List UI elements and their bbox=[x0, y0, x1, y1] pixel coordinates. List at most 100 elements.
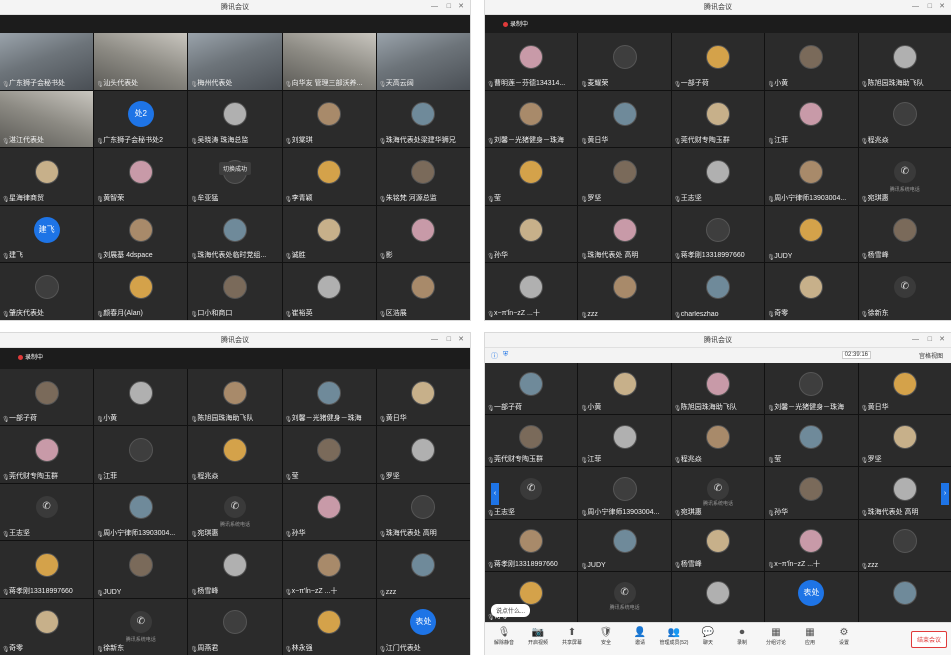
toolbar-button-apps[interactable]: ▦ 应用 bbox=[795, 627, 825, 646]
participant-tile[interactable]: 黄日华 bbox=[578, 90, 671, 148]
participant-tile[interactable]: 影 bbox=[376, 205, 470, 263]
participant-tile[interactable]: 李青颖 bbox=[282, 148, 376, 205]
participant-tile[interactable]: JUDY bbox=[94, 541, 188, 598]
toolbar-button-share-screen[interactable]: ⬆ 共享屏幕 bbox=[557, 627, 587, 646]
participant-tile[interactable]: 蒋孝刚13318997660 bbox=[0, 541, 94, 598]
close-button[interactable]: ✕ bbox=[458, 335, 464, 344]
participant-tile[interactable]: 杨雪峰 bbox=[671, 519, 765, 571]
close-button[interactable]: ✕ bbox=[939, 2, 945, 11]
participant-tile[interactable]: 湛江代表处 bbox=[0, 90, 94, 148]
participant-tile[interactable]: 孙华 bbox=[485, 205, 578, 263]
participant-tile[interactable]: zzz bbox=[578, 263, 671, 320]
toolbar-button-members[interactable]: 👥 管理成员(52) bbox=[659, 627, 689, 646]
participant-tile[interactable]: 莹 bbox=[282, 426, 376, 483]
participant-tile[interactable]: 黄智荣 bbox=[94, 148, 188, 205]
participant-tile[interactable]: 莞代财专陶玉群 bbox=[671, 90, 765, 148]
participant-tile[interactable]: 珠海代表处梁建华狮兄 bbox=[376, 90, 470, 148]
participant-tile[interactable]: 江菲 bbox=[578, 415, 671, 467]
participant-tile[interactable]: 处2 广东狮子会秘书处2 bbox=[94, 90, 188, 148]
minimize-button[interactable]: — bbox=[912, 335, 919, 344]
participant-tile[interactable]: 周燕君 bbox=[188, 598, 282, 655]
participant-tile[interactable]: 吴晓涛 珠海总监 bbox=[188, 90, 282, 148]
participant-tile[interactable]: 崔裕英 bbox=[282, 263, 376, 320]
toolbar-button-camera[interactable]: 📷 开启视频 bbox=[523, 627, 553, 646]
chat-input[interactable]: 说点什么... bbox=[491, 604, 531, 617]
participant-tile[interactable]: 程兆焱 bbox=[188, 426, 282, 483]
view-switch-button[interactable]: 宫格视图 bbox=[919, 351, 943, 360]
participant-tile[interactable]: 切换成功牟亚猛 bbox=[188, 148, 282, 205]
participant-tile[interactable]: 江菲 bbox=[765, 90, 858, 148]
participant-tile[interactable]: 陈旭园珠海助飞队 bbox=[858, 33, 951, 90]
participant-tile[interactable]: 诚胜 bbox=[282, 205, 376, 263]
participant-tile[interactable]: 建飞建飞 bbox=[0, 205, 94, 263]
participant-tile[interactable]: 珠海代表处 高明 bbox=[858, 467, 951, 519]
toolbar-button-breakout[interactable]: ▦ 分组讨论 bbox=[761, 627, 791, 646]
shield-icon[interactable]: ⛨ bbox=[503, 351, 508, 359]
participant-tile[interactable]: 星海律商贸 bbox=[0, 148, 94, 205]
participant-tile[interactable]: 莹 bbox=[485, 148, 578, 205]
participant-tile[interactable]: 陈旭园珠海助飞队 bbox=[188, 369, 282, 426]
participant-tile[interactable]: JUDY bbox=[765, 205, 858, 263]
participant-tile[interactable]: 莞代财专陶玉群 bbox=[0, 426, 94, 483]
participant-tile[interactable]: 一部子荷 bbox=[485, 363, 578, 415]
participant-tile[interactable]: 孙华 bbox=[282, 483, 376, 541]
participant-tile[interactable]: 一部子荷 bbox=[0, 369, 94, 426]
participant-tile[interactable]: ✆腾讯系统电话宛琪惠 bbox=[671, 467, 765, 519]
minimize-button[interactable]: — bbox=[912, 2, 919, 11]
participant-tile[interactable]: 江菲 bbox=[94, 426, 188, 483]
participant-tile[interactable]: charleszhao bbox=[671, 263, 765, 320]
participant-tile[interactable]: 王志坚 bbox=[671, 148, 765, 205]
participant-tile[interactable]: 珠海代表处 高明 bbox=[376, 483, 470, 541]
participant-tile[interactable]: 奇零 bbox=[765, 263, 858, 320]
participant-tile[interactable]: 周小宁律师13903004... bbox=[578, 467, 671, 519]
participant-tile[interactable]: 肇庆代表处 bbox=[0, 263, 94, 320]
participant-tile[interactable]: 孙华 bbox=[765, 467, 858, 519]
participant-tile[interactable]: 罗坚 bbox=[578, 148, 671, 205]
prev-page-button[interactable]: ‹ bbox=[491, 483, 499, 505]
participant-tile[interactable]: 小黄 bbox=[578, 363, 671, 415]
participant-tile[interactable]: 麦耀荣 bbox=[578, 33, 671, 90]
participant-tile[interactable]: 陈旭园珠海助飞队 bbox=[671, 363, 765, 415]
close-button[interactable]: ✕ bbox=[458, 2, 464, 11]
participant-tile[interactable]: 区浩展 bbox=[376, 263, 470, 320]
maximize-button[interactable]: □ bbox=[447, 2, 451, 11]
end-meeting-button[interactable]: 结束会议 bbox=[910, 631, 947, 648]
participant-tile[interactable]: 周小宁律师13903004... bbox=[94, 483, 188, 541]
participant-tile[interactable]: 表处江门代表处 bbox=[376, 598, 470, 655]
participant-tile[interactable]: x−π'ſn−zZ ...十 bbox=[282, 541, 376, 598]
participant-tile[interactable]: 程兆焱 bbox=[858, 90, 951, 148]
info-icon[interactable]: ⓘ bbox=[491, 351, 498, 361]
participant-tile[interactable] bbox=[671, 571, 765, 623]
participant-tile[interactable]: ✆ 腾讯系统电话 bbox=[578, 571, 671, 623]
toolbar-button-mic[interactable]: 🎙 解除静音 bbox=[489, 627, 519, 646]
participant-tile[interactable]: 黄日华 bbox=[858, 363, 951, 415]
participant-tile[interactable]: JUDY bbox=[578, 519, 671, 571]
participant-tile[interactable]: 广东狮子会秘书处 bbox=[0, 33, 94, 90]
participant-tile[interactable]: 梅州代表处 bbox=[188, 33, 282, 90]
participant-tile[interactable]: 黄日华 bbox=[376, 369, 470, 426]
minimize-button[interactable]: — bbox=[431, 2, 438, 11]
participant-tile[interactable]: 天高云阔 bbox=[376, 33, 470, 90]
participant-tile[interactable]: zzz bbox=[376, 541, 470, 598]
participant-tile[interactable]: 珠海代表处 高明 bbox=[578, 205, 671, 263]
participant-tile[interactable]: 口小和商口 bbox=[188, 263, 282, 320]
participant-tile[interactable]: x−π'ſn−zZ ...十 bbox=[485, 263, 578, 320]
participant-tile[interactable]: 曹明莲－芬德134314... bbox=[485, 33, 578, 90]
participant-tile[interactable]: 罗坚 bbox=[858, 415, 951, 467]
participant-tile[interactable]: ✆腾讯系统电话宛琪惠 bbox=[188, 483, 282, 541]
participant-tile[interactable]: 蒋孝刚13318997660 bbox=[671, 205, 765, 263]
participant-tile[interactable]: ✆ 王志坚 bbox=[0, 483, 94, 541]
participant-tile[interactable]: 刘展基 4dspace bbox=[94, 205, 188, 263]
toolbar-button-chat[interactable]: 💬 聊天 bbox=[693, 627, 723, 646]
next-page-button[interactable]: › bbox=[941, 483, 949, 505]
participant-tile[interactable]: 杨雪峰 bbox=[858, 205, 951, 263]
participant-tile[interactable]: 颜春月(Alan) bbox=[94, 263, 188, 320]
close-button[interactable]: ✕ bbox=[939, 335, 945, 344]
participant-tile[interactable]: 杨雪峰 bbox=[188, 541, 282, 598]
participant-tile[interactable]: 朱铭梵 河源总监 bbox=[376, 148, 470, 205]
minimize-button[interactable]: — bbox=[431, 335, 438, 344]
toolbar-button-settings[interactable]: ⚙ 设置 bbox=[829, 627, 859, 646]
participant-tile[interactable]: 向华友 管理三部沃养... bbox=[282, 33, 376, 90]
participant-tile[interactable]: ✆ 徐新东 bbox=[858, 263, 951, 320]
participant-tile[interactable]: 奇零 bbox=[0, 598, 94, 655]
